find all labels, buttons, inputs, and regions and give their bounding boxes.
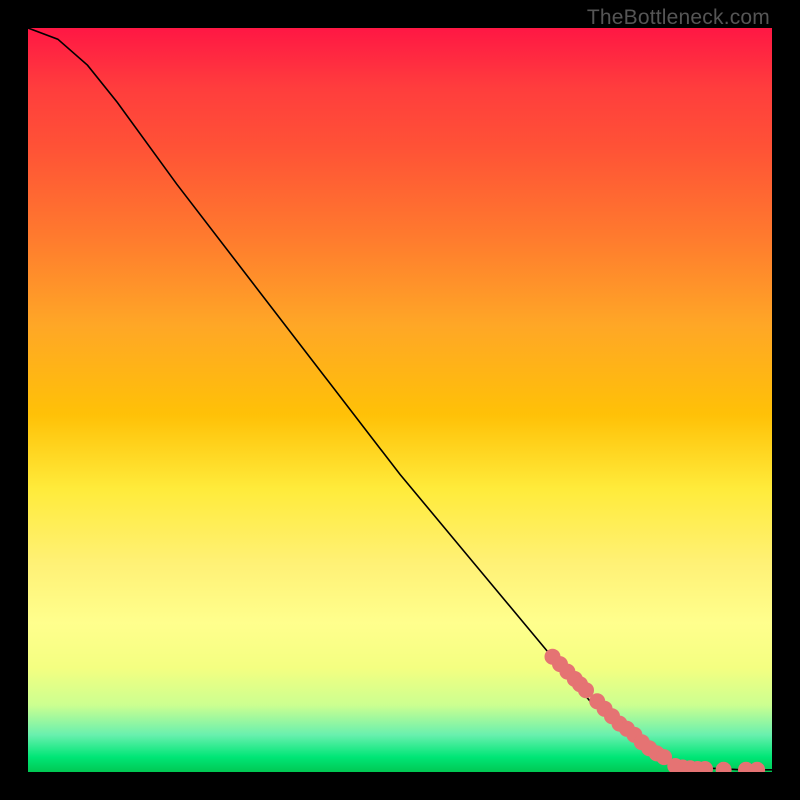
watermark-text: TheBottleneck.com: [587, 6, 770, 30]
chart-gradient-background: [28, 28, 772, 772]
